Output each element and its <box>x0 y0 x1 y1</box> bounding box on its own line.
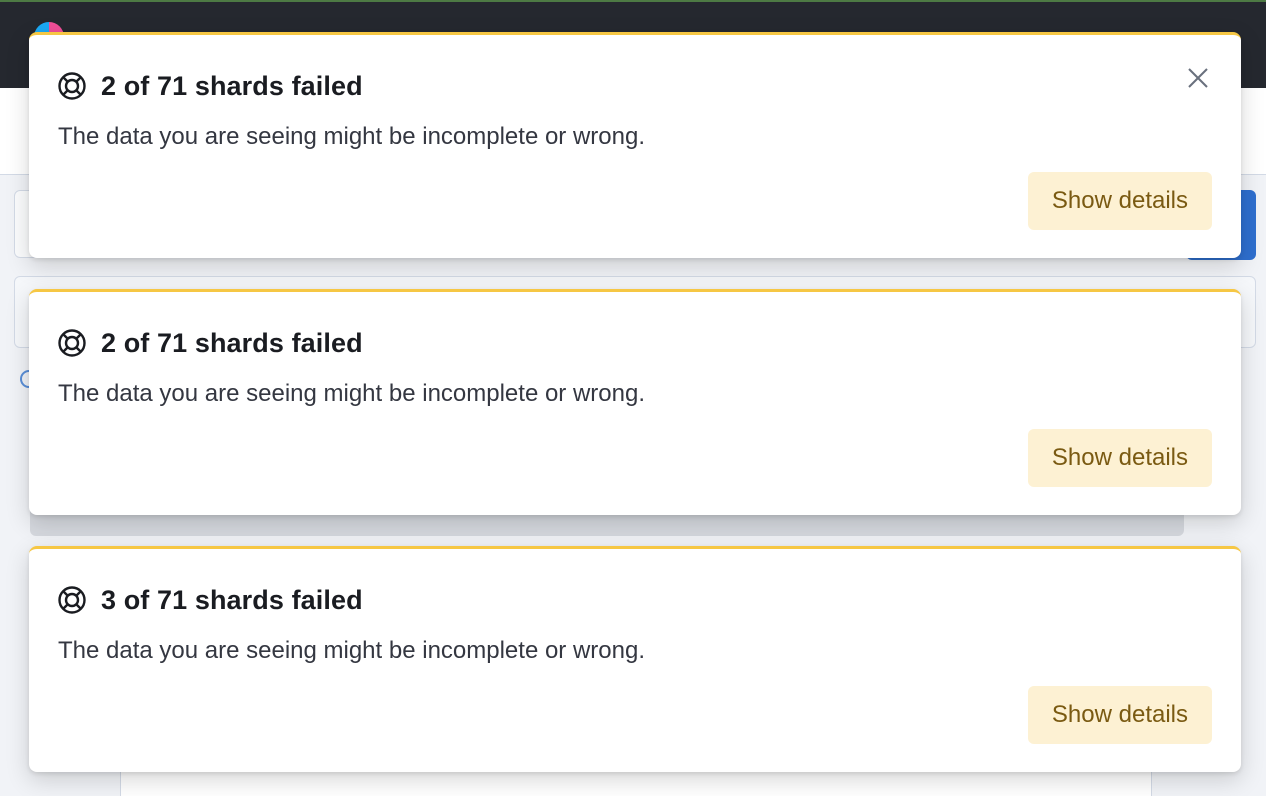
help-icon <box>58 72 86 100</box>
help-icon <box>58 586 86 614</box>
toast-warning: 2 of 71 shards failed The data you are s… <box>29 32 1241 258</box>
toast-header: 2 of 71 shards failed <box>57 326 363 360</box>
toast-message: The data you are seeing might be incompl… <box>58 637 646 664</box>
show-details-button[interactable]: Show details <box>1027 172 1212 230</box>
toast-message: The data you are seeing might be incompl… <box>58 123 646 150</box>
toast-message: The data you are seeing might be incompl… <box>58 380 646 407</box>
close-icon[interactable] <box>1185 65 1211 91</box>
toast-warning: 3 of 71 shards failed The data you are s… <box>29 546 1241 772</box>
toast-title: 2 of 71 shards failed <box>101 327 363 358</box>
help-icon <box>58 329 86 357</box>
toast-header: 3 of 71 shards failed <box>57 583 363 617</box>
show-details-button[interactable]: Show details <box>1027 429 1212 487</box>
toast-title: 3 of 71 shards failed <box>101 584 363 615</box>
toast-header: 2 of 71 shards failed <box>57 69 363 103</box>
toast-title: 2 of 71 shards failed <box>101 70 363 101</box>
show-details-button[interactable]: Show details <box>1027 686 1212 744</box>
toast-warning: 2 of 71 shards failed The data you are s… <box>29 289 1241 515</box>
